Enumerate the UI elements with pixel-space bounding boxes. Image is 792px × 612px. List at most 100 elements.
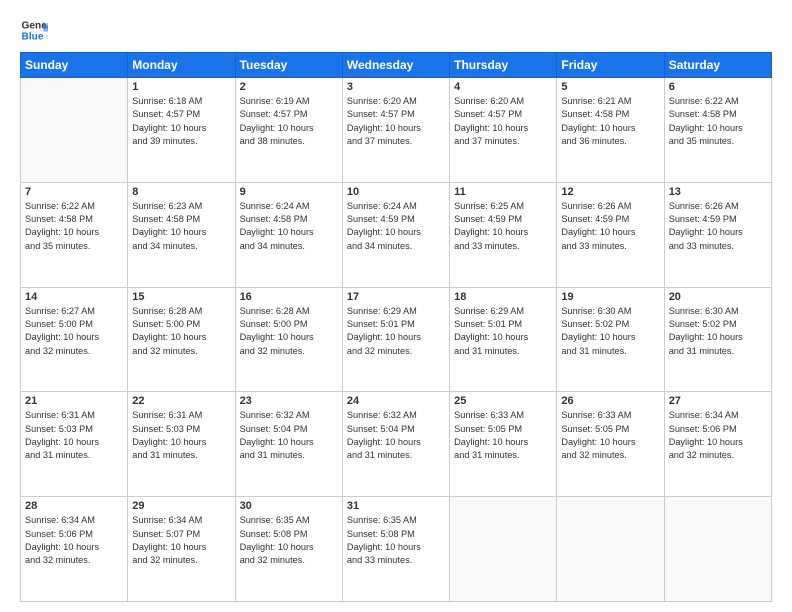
calendar-cell [21, 78, 128, 183]
calendar-cell: 30 Sunrise: 6:35 AM Sunset: 5:08 PM Dayli… [235, 497, 342, 602]
calendar-cell: 10 Sunrise: 6:24 AM Sunset: 4:59 PM Dayli… [342, 182, 449, 287]
day-info: Sunrise: 6:25 AM Sunset: 4:59 PM Dayligh… [454, 200, 552, 253]
day-info: Sunrise: 6:28 AM Sunset: 5:00 PM Dayligh… [240, 305, 338, 358]
calendar-cell: 25Sunrise: 6:33 AM Sunset: 5:05 PM Dayli… [450, 392, 557, 497]
calendar-cell: 7 Sunrise: 6:22 AM Sunset: 4:58 PM Daylig… [21, 182, 128, 287]
calendar-cell: 13 Sunrise: 6:26 AM Sunset: 4:59 PM Dayli… [664, 182, 771, 287]
day-number: 15 [132, 291, 230, 303]
day-info: Sunrise: 6:29 AM Sunset: 5:01 PM Dayligh… [454, 305, 552, 358]
day-info: Sunrise: 6:33 AM Sunset: 5:05 PM Dayligh… [561, 409, 659, 462]
calendar-cell: 5 Sunrise: 6:21 AM Sunset: 4:58 PM Daylig… [557, 78, 664, 183]
calendar-cell: 18 Sunrise: 6:29 AM Sunset: 5:01 PM Dayli… [450, 287, 557, 392]
day-number: 24 [347, 395, 445, 407]
day-number: 25 [454, 395, 552, 407]
day-number: 2 [240, 81, 338, 93]
day-info: Sunrise: 6:26 AM Sunset: 4:59 PM Dayligh… [669, 200, 767, 253]
header: General Blue [20, 16, 772, 44]
day-info: Sunrise: 6:31 AM Sunset: 5:03 PM Dayligh… [25, 409, 123, 462]
day-info: Sunrise: 6:32 AM Sunset: 5:04 PM Dayligh… [347, 409, 445, 462]
day-info: Sunrise: 6:24 AM Sunset: 4:58 PM Dayligh… [240, 200, 338, 253]
calendar-week-row: 21 Sunrise: 6:31 AM Sunset: 5:03 PM Dayli… [21, 392, 772, 497]
calendar-cell: 6 Sunrise: 6:22 AM Sunset: 4:58 PM Daylig… [664, 78, 771, 183]
day-info: Sunrise: 6:22 AM Sunset: 4:58 PM Dayligh… [25, 200, 123, 253]
day-info: Sunrise: 6:34 AM Sunset: 5:07 PM Dayligh… [132, 514, 230, 567]
calendar-dow-saturday: Saturday [664, 53, 771, 78]
day-info: Sunrise: 6:19 AM Sunset: 4:57 PM Dayligh… [240, 95, 338, 148]
day-info: Sunrise: 6:23 AM Sunset: 4:58 PM Dayligh… [132, 200, 230, 253]
calendar-cell: 14Sunrise: 6:27 AM Sunset: 5:00 PM Dayli… [21, 287, 128, 392]
day-number: 27 [669, 395, 767, 407]
day-info: Sunrise: 6:26 AM Sunset: 4:59 PM Dayligh… [561, 200, 659, 253]
day-number: 28 [25, 500, 123, 512]
day-number: 29 [132, 500, 230, 512]
calendar-cell: 20 Sunrise: 6:30 AM Sunset: 5:02 PM Dayli… [664, 287, 771, 392]
day-info: Sunrise: 6:29 AM Sunset: 5:01 PM Dayligh… [347, 305, 445, 358]
day-number: 10 [347, 186, 445, 198]
calendar-cell [664, 497, 771, 602]
day-info: Sunrise: 6:21 AM Sunset: 4:58 PM Dayligh… [561, 95, 659, 148]
calendar-cell: 19Sunrise: 6:30 AM Sunset: 5:02 PM Dayli… [557, 287, 664, 392]
day-info: Sunrise: 6:22 AM Sunset: 4:58 PM Dayligh… [669, 95, 767, 148]
day-number: 9 [240, 186, 338, 198]
calendar-cell: 21 Sunrise: 6:31 AM Sunset: 5:03 PM Dayli… [21, 392, 128, 497]
calendar-cell: 22Sunrise: 6:31 AM Sunset: 5:03 PM Dayli… [128, 392, 235, 497]
day-number: 20 [669, 291, 767, 303]
day-number: 1 [132, 81, 230, 93]
calendar-cell: 16 Sunrise: 6:28 AM Sunset: 5:00 PM Dayli… [235, 287, 342, 392]
day-info: Sunrise: 6:31 AM Sunset: 5:03 PM Dayligh… [132, 409, 230, 462]
calendar-week-row: 28 Sunrise: 6:34 AM Sunset: 5:06 PM Dayli… [21, 497, 772, 602]
calendar-cell: 8 Sunrise: 6:23 AM Sunset: 4:58 PM Daylig… [128, 182, 235, 287]
day-info: Sunrise: 6:35 AM Sunset: 5:08 PM Dayligh… [240, 514, 338, 567]
day-number: 16 [240, 291, 338, 303]
day-number: 18 [454, 291, 552, 303]
day-number: 11 [454, 186, 552, 198]
calendar: SundayMondayTuesdayWednesdayThursdayFrid… [20, 52, 772, 602]
day-number: 8 [132, 186, 230, 198]
day-number: 13 [669, 186, 767, 198]
day-info: Sunrise: 6:20 AM Sunset: 4:57 PM Dayligh… [454, 95, 552, 148]
calendar-cell: 31 Sunrise: 6:35 AM Sunset: 5:08 PM Dayli… [342, 497, 449, 602]
day-number: 7 [25, 186, 123, 198]
calendar-cell: 4 Sunrise: 6:20 AM Sunset: 4:57 PM Daylig… [450, 78, 557, 183]
day-number: 30 [240, 500, 338, 512]
calendar-dow-monday: Monday [128, 53, 235, 78]
day-info: Sunrise: 6:27 AM Sunset: 5:00 PM Dayligh… [25, 305, 123, 358]
calendar-cell: 27Sunrise: 6:34 AM Sunset: 5:06 PM Dayli… [664, 392, 771, 497]
day-info: Sunrise: 6:28 AM Sunset: 5:00 PM Dayligh… [132, 305, 230, 358]
day-number: 4 [454, 81, 552, 93]
calendar-dow-tuesday: Tuesday [235, 53, 342, 78]
svg-text:Blue: Blue [22, 31, 44, 42]
calendar-week-row: 7 Sunrise: 6:22 AM Sunset: 4:58 PM Daylig… [21, 182, 772, 287]
calendar-cell: 28 Sunrise: 6:34 AM Sunset: 5:06 PM Dayli… [21, 497, 128, 602]
day-number: 12 [561, 186, 659, 198]
calendar-cell: 11 Sunrise: 6:25 AM Sunset: 4:59 PM Dayli… [450, 182, 557, 287]
logo-icon: General Blue [20, 16, 48, 44]
calendar-cell: 24 Sunrise: 6:32 AM Sunset: 5:04 PM Dayli… [342, 392, 449, 497]
day-info: Sunrise: 6:32 AM Sunset: 5:04 PM Dayligh… [240, 409, 338, 462]
day-info: Sunrise: 6:34 AM Sunset: 5:06 PM Dayligh… [25, 514, 123, 567]
calendar-dow-sunday: Sunday [21, 53, 128, 78]
day-number: 26 [561, 395, 659, 407]
calendar-cell: 3Sunrise: 6:20 AM Sunset: 4:57 PM Daylig… [342, 78, 449, 183]
calendar-dow-friday: Friday [557, 53, 664, 78]
day-info: Sunrise: 6:30 AM Sunset: 5:02 PM Dayligh… [669, 305, 767, 358]
day-info: Sunrise: 6:24 AM Sunset: 4:59 PM Dayligh… [347, 200, 445, 253]
calendar-cell [557, 497, 664, 602]
calendar-dow-thursday: Thursday [450, 53, 557, 78]
day-info: Sunrise: 6:30 AM Sunset: 5:02 PM Dayligh… [561, 305, 659, 358]
calendar-cell: 1 Sunrise: 6:18 AM Sunset: 4:57 PM Daylig… [128, 78, 235, 183]
day-info: Sunrise: 6:35 AM Sunset: 5:08 PM Dayligh… [347, 514, 445, 567]
day-number: 31 [347, 500, 445, 512]
calendar-cell: 26 Sunrise: 6:33 AM Sunset: 5:05 PM Dayli… [557, 392, 664, 497]
day-info: Sunrise: 6:18 AM Sunset: 4:57 PM Dayligh… [132, 95, 230, 148]
logo: General Blue [20, 16, 48, 44]
day-number: 6 [669, 81, 767, 93]
calendar-cell: 23Sunrise: 6:32 AM Sunset: 5:04 PM Dayli… [235, 392, 342, 497]
day-number: 21 [25, 395, 123, 407]
calendar-cell: 17 Sunrise: 6:29 AM Sunset: 5:01 PM Dayli… [342, 287, 449, 392]
day-info: Sunrise: 6:20 AM Sunset: 4:57 PM Dayligh… [347, 95, 445, 148]
day-number: 17 [347, 291, 445, 303]
calendar-dow-wednesday: Wednesday [342, 53, 449, 78]
calendar-cell: 9 Sunrise: 6:24 AM Sunset: 4:58 PM Daylig… [235, 182, 342, 287]
day-number: 5 [561, 81, 659, 93]
